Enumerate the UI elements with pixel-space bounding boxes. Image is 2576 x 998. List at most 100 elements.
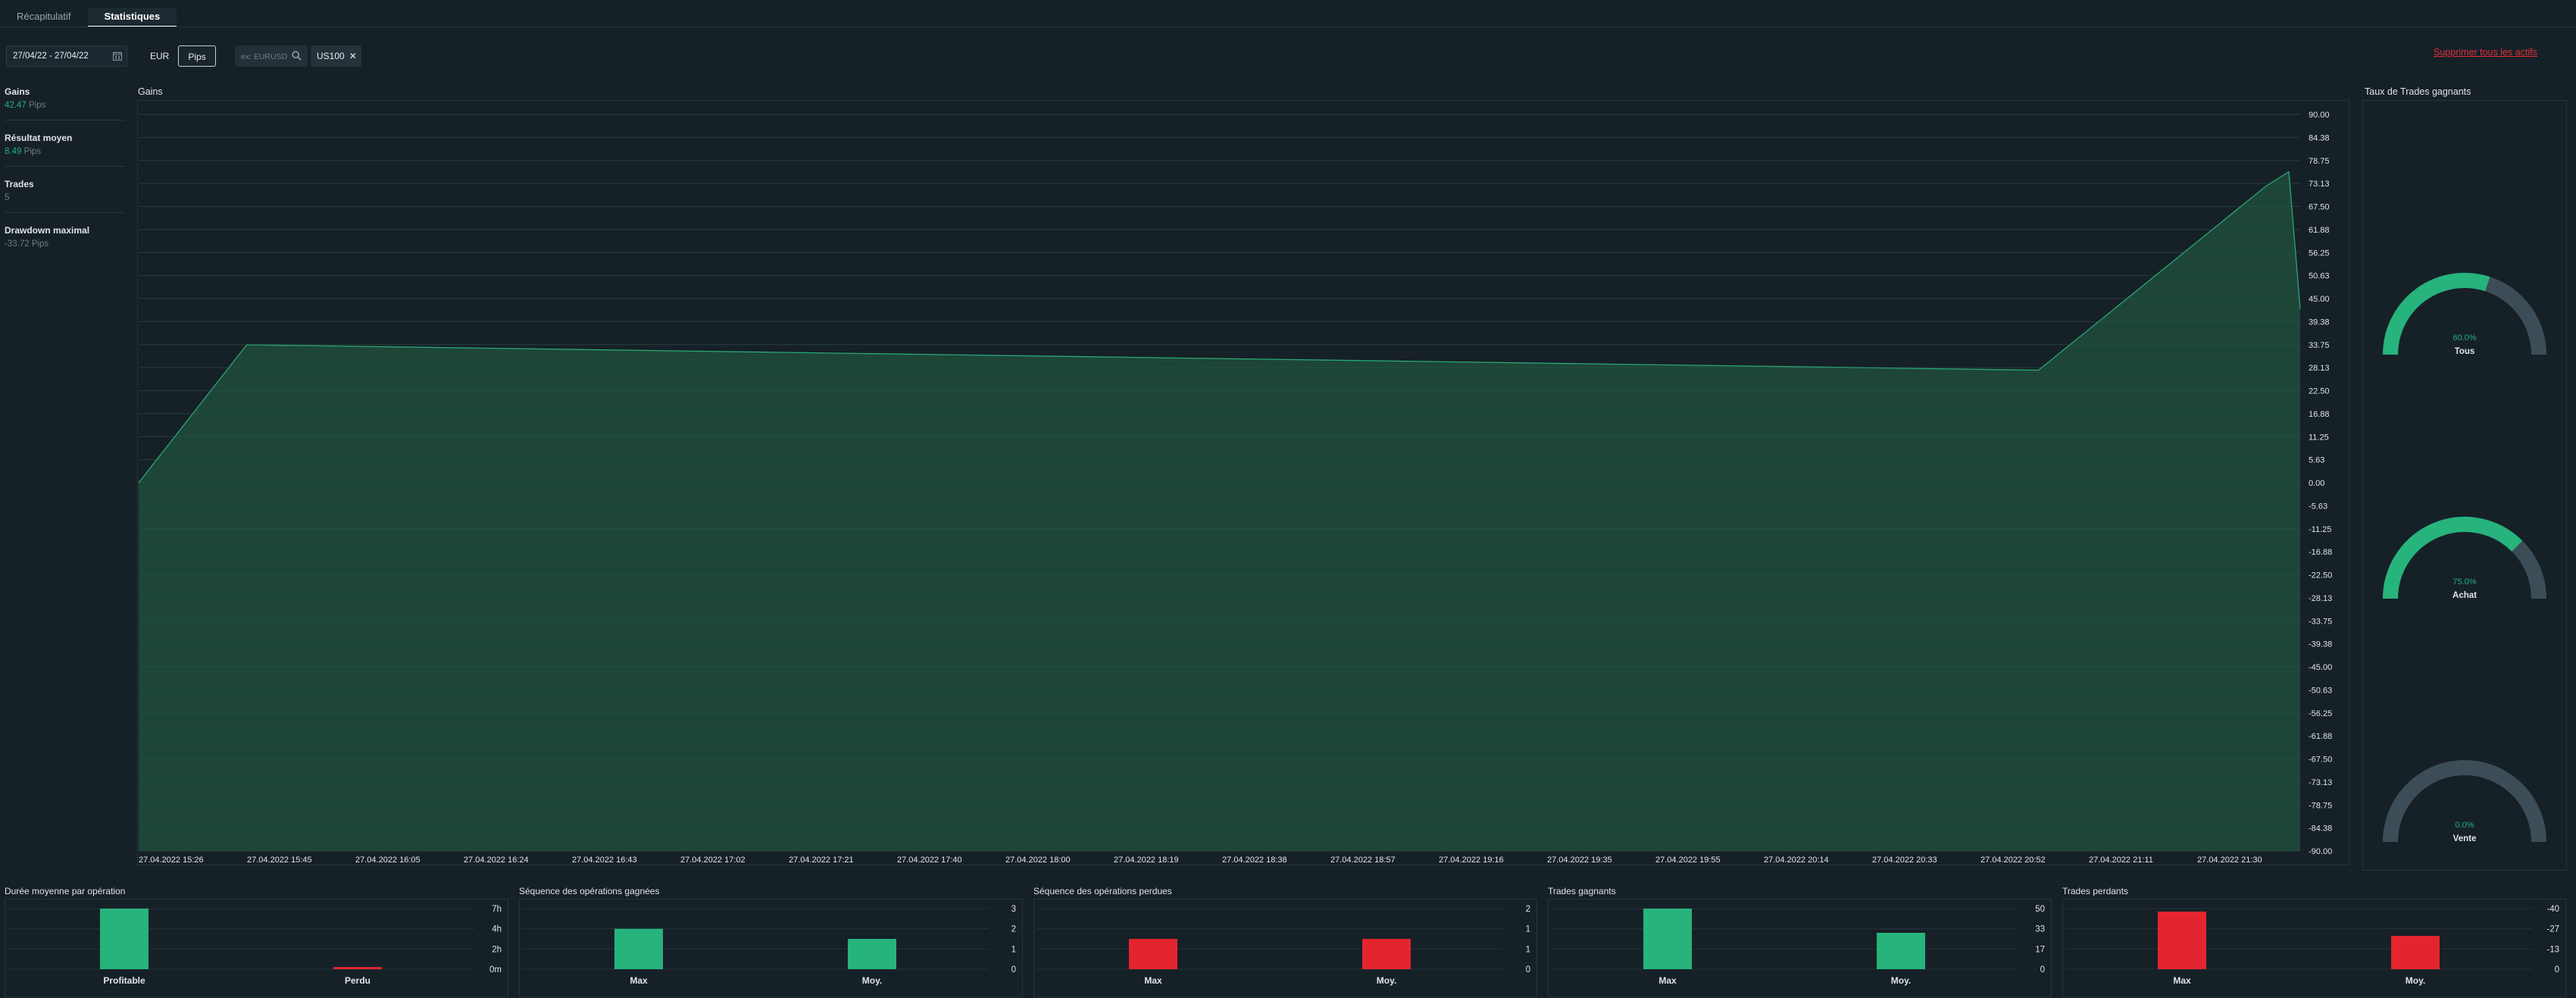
gauge-label: Achat: [2453, 591, 2477, 600]
x-tick-label: 27.04.2022 16:24: [464, 856, 529, 865]
stat-value: -33.72: [5, 239, 30, 249]
y-tick-label: 2: [1526, 905, 1530, 914]
y-tick-label: 0: [2040, 965, 2045, 975]
category-label: Max: [1658, 975, 1677, 986]
mini-chart-title: Séquence des opérations gagnées: [519, 886, 660, 896]
tab-statistiques[interactable]: Statistiques: [87, 8, 177, 27]
y-tick-label: 4h: [492, 925, 502, 934]
y-tick-label: 0m: [489, 965, 502, 975]
date-range-value: 27/04/22 - 27/04/22: [13, 52, 89, 61]
gauge-track: [2383, 760, 2546, 843]
unit-pips-button[interactable]: Pips: [178, 45, 216, 67]
x-tick-label: 27.04.2022 17:02: [680, 856, 746, 865]
y-tick-label: 2: [1011, 925, 1016, 934]
x-tick-label: 27.04.2022 15:45: [247, 856, 312, 865]
mini-chart-title: Trades perdants: [2062, 886, 2128, 896]
stat-unit: Pips: [23, 147, 41, 156]
y-tick-label: 0.00: [2309, 479, 2324, 488]
y-tick-label: -16.88: [2309, 548, 2332, 557]
gauge-sell-arc: [2383, 760, 2546, 843]
y-tick-label: 2h: [492, 945, 502, 954]
y-tick-label: -22.50: [2309, 571, 2332, 580]
gains-area: [139, 171, 2300, 852]
y-tick-label: 33: [2035, 925, 2045, 934]
unit-toggle: EUR Pips: [141, 45, 216, 67]
y-tick-label: 7h: [492, 905, 502, 914]
x-tick-label: 27.04.2022 21:11: [2089, 856, 2153, 865]
y-tick-label: 22.50: [2309, 387, 2330, 396]
search-icon[interactable]: [292, 51, 302, 61]
gauge-pct: 60.0%: [2453, 333, 2477, 343]
bar: [1643, 909, 1692, 969]
y-tick-label: -39.38: [2309, 640, 2332, 649]
mini-bar-chart: 3 2 1 0 Max Moy.: [522, 905, 1016, 986]
stat-unit: Pips: [31, 239, 49, 249]
y-tick-label: -13: [2546, 945, 2559, 954]
y-tick-label: -11.25: [2309, 525, 2331, 534]
date-range-picker[interactable]: 27/04/22 - 27/04/22: [6, 45, 127, 67]
x-tick-label: 27.04.2022 20:52: [1980, 856, 2046, 865]
stat-label: Drawdown maximal: [5, 225, 90, 236]
x-tick-label: 27.04.2022 18:38: [1222, 856, 1287, 865]
y-tick-label: -33.75: [2309, 617, 2332, 626]
stat-value: 42.47: [5, 101, 27, 110]
mini-chart-title: Trades gagnants: [1548, 886, 1616, 896]
y-tick-label: -28.13: [2309, 594, 2332, 603]
mini-bar-chart: 50 33 17 0 Max Moy.: [1551, 905, 2045, 986]
stat-unit: Pips: [28, 101, 46, 110]
x-tick-label: 27.04.2022 17:40: [897, 856, 962, 865]
y-tick-label: -40: [2546, 905, 2559, 914]
y-tick-label: 16.88: [2309, 410, 2330, 419]
remove-all-assets-link[interactable]: Supprimer tous les actifs: [2434, 47, 2537, 58]
x-tick-label: 27.04.2022 19:35: [1547, 856, 1612, 865]
mini-chart-title: Séquence des opérations perdues: [1033, 886, 1172, 896]
y-tick-label: 0: [1011, 965, 1016, 975]
category-label: Max: [1144, 975, 1162, 986]
stat-gains: Gains 42.47 Pips: [5, 86, 126, 110]
x-tick-label: 27.04.2022 17:21: [789, 856, 854, 865]
x-tick-label: 27.04.2022 21:30: [2197, 856, 2262, 865]
y-tick-label: -56.25: [2309, 709, 2332, 718]
y-tick-label: 3: [1011, 905, 1016, 914]
y-tick-label: -67.50: [2309, 756, 2332, 765]
gauge-label: Tous: [2454, 347, 2475, 356]
unit-eur-button[interactable]: EUR: [141, 45, 178, 67]
y-tick-label: 45.00: [2309, 295, 2330, 304]
divider: [5, 166, 124, 167]
bar: [2158, 912, 2206, 969]
gauge-label: Vente: [2453, 834, 2477, 843]
x-tick-label: 27.04.2022 19:55: [1655, 856, 1721, 865]
gauge-all-arc: [2383, 273, 2546, 355]
gauge-buy-arc: [2383, 517, 2546, 599]
stat-value: 8.49: [5, 147, 22, 156]
y-tick-label: 50.63: [2309, 272, 2330, 281]
asset-search-input[interactable]: [239, 50, 292, 64]
mini-bar-chart: 2 1 1 0 Max Moy.: [1036, 905, 1530, 986]
y-tick-label: 56.25: [2309, 249, 2330, 258]
y-tick-label: 33.75: [2309, 341, 2330, 350]
y-tick-label: -61.88: [2309, 732, 2332, 741]
mini-chart-title: Durée moyenne par opération: [5, 886, 126, 896]
tab-bar: Récapitulatif Statistiques: [0, 8, 177, 27]
x-tick-label: 27.04.2022 16:05: [355, 856, 420, 865]
bar: [2391, 936, 2440, 969]
x-tick-label: 27.04.2022 16:43: [572, 856, 637, 865]
bar: [100, 909, 148, 969]
close-icon[interactable]: ✕: [349, 51, 357, 61]
x-tick-label: 27.04.2022 20:33: [1872, 856, 1937, 865]
mini-bar-chart: -40 -27 -13 0 Max Moy.: [2065, 905, 2559, 986]
stat-label: Trades: [5, 179, 34, 189]
y-tick-label: -50.63: [2309, 686, 2332, 695]
y-tick-label: 0: [1526, 965, 1530, 975]
gauge-sell: 0.0% Vente: [2379, 754, 2550, 845]
stat-label: Gains: [5, 86, 30, 97]
y-tick-label: 84.38: [2309, 133, 2330, 142]
y-tick-label: 39.38: [2309, 318, 2330, 327]
category-label: Max: [2173, 975, 2191, 986]
x-tick-label: 27.04.2022 19:16: [1439, 856, 1504, 865]
tab-recapitulatif[interactable]: Récapitulatif: [0, 8, 88, 26]
gauge-pct: 75.0%: [2453, 577, 2477, 587]
y-tick-label: 0: [2555, 965, 2559, 975]
y-tick-label: -45.00: [2309, 663, 2332, 672]
category-label: Moy.: [862, 975, 882, 986]
